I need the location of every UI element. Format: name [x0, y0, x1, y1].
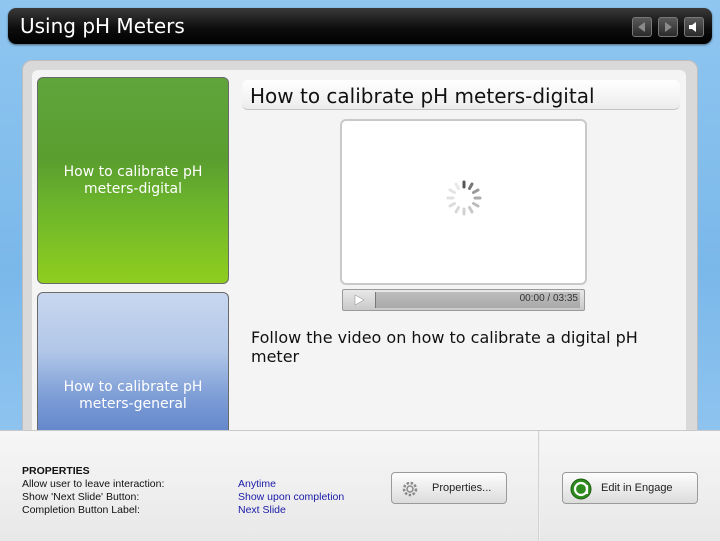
- video-player[interactable]: [340, 119, 587, 285]
- properties-button[interactable]: Properties...: [391, 472, 507, 504]
- properties-heading: PROPERTIES: [22, 465, 90, 477]
- slide-description: Follow the video on how to calibrate a d…: [251, 328, 638, 366]
- property-value: Anytime: [238, 478, 276, 490]
- gear-icon: [402, 481, 418, 497]
- property-value: Show upon completion: [238, 491, 345, 503]
- video-time: 00:00 / 03:35: [519, 293, 578, 304]
- prev-arrow-icon: [638, 22, 645, 32]
- tab-label: How to calibrate pH meters-general: [63, 379, 203, 412]
- title-bar: Using pH Meters: [8, 8, 712, 44]
- properties-button-label: Properties...: [432, 482, 492, 494]
- tab-label: How to calibrate pH meters-digital: [63, 163, 203, 197]
- properties-bar: PROPERTIES Allow user to leave interacti…: [0, 430, 720, 541]
- page-title: Using pH Meters: [20, 14, 185, 38]
- loading-spinner-icon: [446, 180, 482, 216]
- play-button[interactable]: [347, 292, 371, 308]
- speaker-icon: [689, 22, 696, 32]
- property-label: Completion Button Label:: [22, 504, 140, 516]
- tab-calibrate-digital[interactable]: How to calibrate pH meters-digital: [37, 77, 229, 284]
- property-value: Next Slide: [238, 504, 286, 516]
- edit-in-engage-button[interactable]: Edit in Engage: [562, 472, 698, 504]
- edit-in-engage-label: Edit in Engage: [601, 482, 673, 494]
- engage-logo-icon: [570, 478, 592, 500]
- prev-button[interactable]: [632, 17, 652, 37]
- play-icon: [354, 294, 365, 306]
- video-controls: 00:00 / 03:35: [342, 289, 585, 311]
- property-label: Show 'Next Slide' Button:: [22, 491, 140, 503]
- content-title: How to calibrate pH meters-digital: [242, 80, 680, 110]
- audio-button[interactable]: [684, 17, 704, 37]
- next-button[interactable]: [658, 17, 678, 37]
- properties-labels: PROPERTIES Allow user to leave interacti…: [22, 465, 164, 517]
- properties-values: Anytime Show upon completion Next Slide: [238, 478, 344, 517]
- next-arrow-icon: [665, 22, 672, 32]
- divider: [538, 431, 540, 541]
- property-label: Allow user to leave interaction:: [22, 478, 165, 490]
- tab-calibrate-general[interactable]: How to calibrate pH meters-general: [37, 292, 229, 442]
